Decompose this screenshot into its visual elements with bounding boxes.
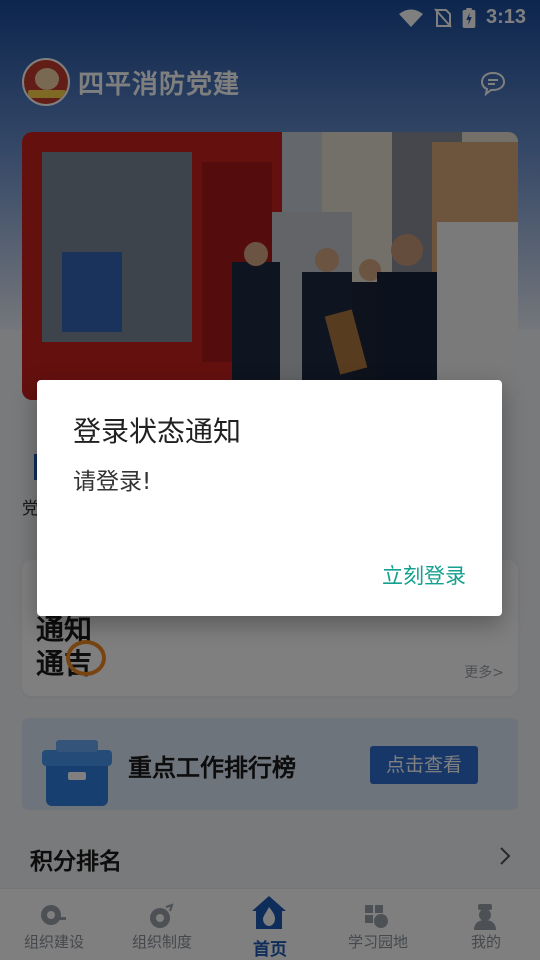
dialog-title: 登录状态通知 (73, 415, 242, 448)
dialog-message: 请登录! (73, 469, 152, 495)
login-now-button[interactable]: 立刻登录 (382, 560, 466, 590)
login-status-dialog: 登录状态通知 请登录! 立刻登录 (37, 380, 502, 616)
